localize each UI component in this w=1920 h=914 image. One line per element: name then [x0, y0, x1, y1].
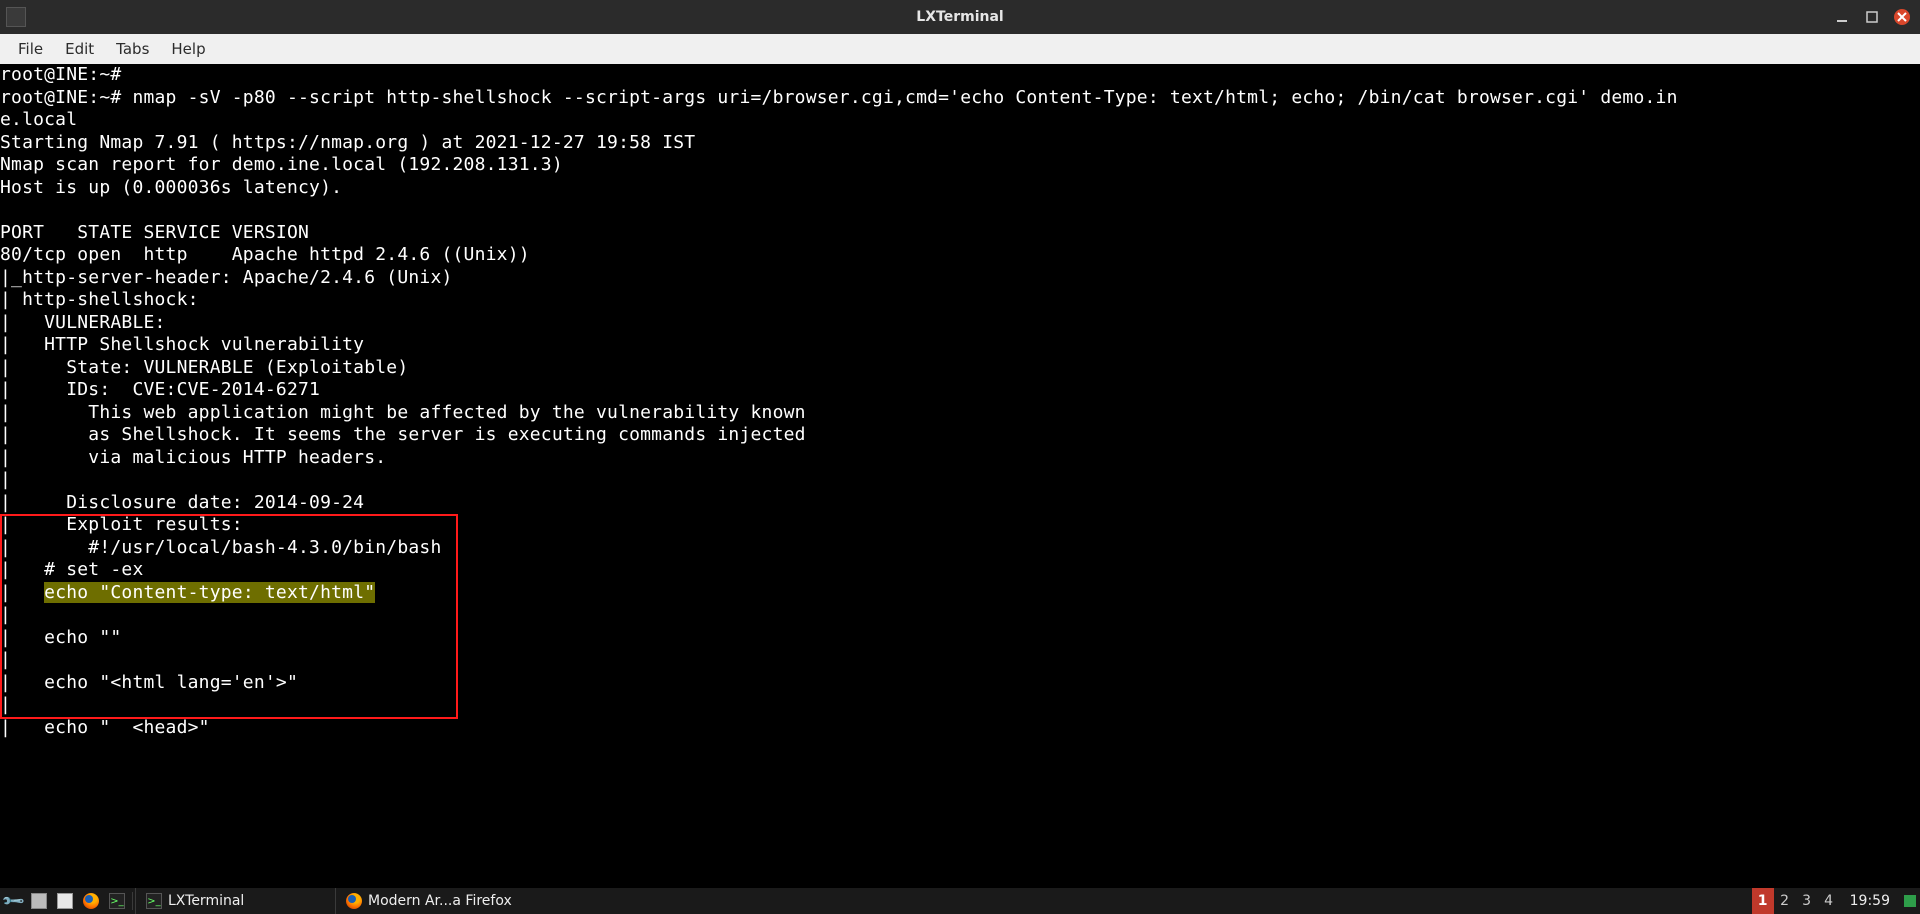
terminal-line: e.local — [0, 109, 1920, 132]
terminal-line: | This web application might be affected… — [0, 402, 1920, 425]
terminal-line: | http-shellshock: — [0, 289, 1920, 312]
workspace-1[interactable]: 1 — [1752, 888, 1774, 914]
terminal-line: | as Shellshock. It seems the server is … — [0, 424, 1920, 447]
taskbar-task-lxterminal[interactable]: >_ LXTerminal — [135, 888, 335, 914]
wrench-icon: 🔧 — [0, 888, 26, 914]
terminal-launcher[interactable]: >_ — [104, 888, 130, 914]
terminal-line: | Exploit results: — [0, 514, 1920, 537]
minimize-button[interactable] — [1834, 9, 1850, 25]
menu-tabs[interactable]: Tabs — [106, 36, 159, 62]
workspace-4[interactable]: 4 — [1818, 888, 1840, 914]
terminal-line — [0, 199, 1920, 222]
file-manager-icon — [31, 893, 47, 909]
terminal-line: 80/tcp open http Apache httpd 2.4.6 ((Un… — [0, 244, 1920, 267]
terminal-line: | — [0, 694, 1920, 717]
terminal-line: root@INE:~# — [0, 64, 1920, 87]
minimize-icon — [1834, 9, 1850, 25]
window-titlebar: LXTerminal — [0, 0, 1920, 34]
close-icon — [1894, 9, 1910, 25]
window-title: LXTerminal — [916, 9, 1003, 25]
menu-edit[interactable]: Edit — [55, 36, 104, 62]
terminal-line: | via malicious HTTP headers. — [0, 447, 1920, 470]
terminal-line: | echo " <head>" — [0, 717, 1920, 740]
terminal-icon: >_ — [109, 893, 125, 909]
task-firefox-icon — [346, 893, 362, 909]
taskbar-separator — [132, 892, 133, 910]
terminal-line: | echo "Content-type: text/html" — [0, 582, 1920, 605]
taskbar: 🔧 >_ >_ LXTerminal Modern Ar...a Firefox… — [0, 888, 1920, 914]
highlighted-text: echo "Content-type: text/html" — [44, 582, 375, 603]
terminal-line: | HTTP Shellshock vulnerability — [0, 334, 1920, 357]
firefox-icon — [83, 893, 99, 909]
app-icon — [6, 7, 26, 27]
menu-file[interactable]: File — [8, 36, 53, 62]
terminal-line: | — [0, 469, 1920, 492]
terminal-line: | — [0, 649, 1920, 672]
workspace-2[interactable]: 2 — [1774, 888, 1796, 914]
task-terminal-icon: >_ — [146, 893, 162, 909]
terminal-line: | State: VULNERABLE (Exploitable) — [0, 357, 1920, 380]
terminal-line: root@INE:~# nmap -sV -p80 --script http-… — [0, 87, 1920, 110]
tray-indicator[interactable] — [1900, 888, 1920, 914]
terminal-line: | IDs: CVE:CVE-2014-6271 — [0, 379, 1920, 402]
terminal-line: | Disclosure date: 2014-09-24 — [0, 492, 1920, 515]
terminal-line: | VULNERABLE: — [0, 312, 1920, 335]
terminal-line: Host is up (0.000036s latency). — [0, 177, 1920, 200]
terminal-line: PORT STATE SERVICE VERSION — [0, 222, 1920, 245]
terminal-wrapper: root@INE:~#root@INE:~# nmap -sV -p80 --s… — [0, 64, 1920, 888]
terminal-line: Nmap scan report for demo.ine.local (192… — [0, 154, 1920, 177]
terminal-line: | echo "<html lang='en'>" — [0, 672, 1920, 695]
app-menu-button[interactable]: 🔧 — [0, 888, 26, 914]
workspace-3[interactable]: 3 — [1796, 888, 1818, 914]
task-label: Modern Ar...a Firefox — [368, 893, 512, 909]
terminal-output[interactable]: root@INE:~#root@INE:~# nmap -sV -p80 --s… — [0, 64, 1920, 888]
maximize-button[interactable] — [1864, 9, 1880, 25]
window-controls — [1834, 9, 1920, 25]
taskbar-clock: 19:59 — [1840, 893, 1900, 909]
taskbar-right: 1 2 3 4 19:59 — [1752, 888, 1920, 914]
close-button[interactable] — [1894, 9, 1910, 25]
text-editor-launcher[interactable] — [52, 888, 78, 914]
terminal-line: | #!/usr/local/bash-4.3.0/bin/bash — [0, 537, 1920, 560]
terminal-line: |_http-server-header: Apache/2.4.6 (Unix… — [0, 267, 1920, 290]
text-editor-icon — [57, 893, 73, 909]
tray-green-icon — [1904, 895, 1916, 907]
maximize-icon — [1864, 9, 1880, 25]
menu-help[interactable]: Help — [161, 36, 215, 62]
terminal-line: | # set -ex — [0, 559, 1920, 582]
task-label: LXTerminal — [168, 893, 244, 909]
terminal-line: | echo "" — [0, 627, 1920, 650]
file-manager-launcher[interactable] — [26, 888, 52, 914]
terminal-line: | — [0, 604, 1920, 627]
firefox-launcher[interactable] — [78, 888, 104, 914]
terminal-line: Starting Nmap 7.91 ( https://nmap.org ) … — [0, 132, 1920, 155]
menu-bar: File Edit Tabs Help — [0, 34, 1920, 64]
taskbar-task-firefox[interactable]: Modern Ar...a Firefox — [335, 888, 535, 914]
